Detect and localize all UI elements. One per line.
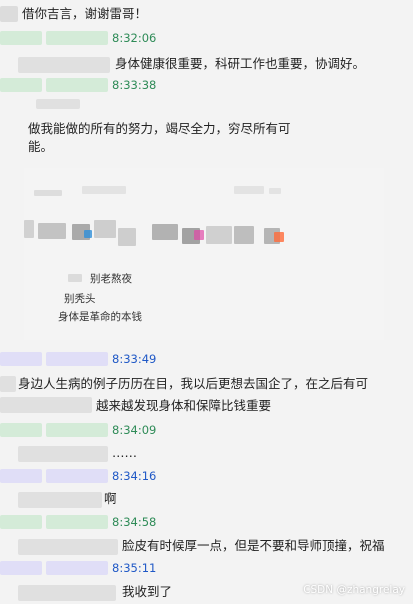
- message-text: 借你吉言，谢谢雷哥！: [22, 6, 148, 21]
- pink-dot: [194, 230, 204, 240]
- blurred-date: [46, 352, 108, 366]
- blur-chip: [68, 274, 82, 282]
- message-text: ……: [112, 445, 137, 460]
- blur-block: [94, 220, 116, 238]
- blurred-text: [18, 57, 110, 73]
- blurred-text: [0, 397, 92, 413]
- blur-chip: [234, 186, 264, 194]
- orange-dot: [274, 232, 284, 242]
- blurred-date: [46, 31, 108, 45]
- blurred-username: [0, 352, 42, 366]
- message-time: 8:34:09: [112, 423, 157, 437]
- message-text: 我收到了: [122, 584, 173, 599]
- blur-chip: [82, 186, 126, 194]
- image-text-line1: 别老熬夜: [90, 273, 132, 285]
- watermark: CSDN @zhangrelay: [303, 584, 405, 596]
- blurred-date: [46, 561, 108, 575]
- blur-block: [24, 220, 34, 238]
- message-text-line1: 身边人生病的例子历历在目，我以后更想去国企了，在之后有可: [18, 376, 369, 391]
- message-time: 8:34:58: [112, 515, 157, 529]
- message-time: 8:32:06: [112, 31, 157, 45]
- blur-block: [234, 226, 254, 244]
- message-time: 8:34:16: [112, 469, 157, 483]
- image-text-line2: 别秃头: [64, 293, 96, 305]
- blurred-username: [0, 78, 42, 92]
- message-text-line1: 做我能做的所有的努力，竭尽全力，穷尽所有可: [28, 121, 291, 136]
- blurred-text: [36, 99, 80, 109]
- blue-dot: [84, 230, 92, 238]
- blur-chip: [34, 190, 62, 196]
- blurred-text: [18, 539, 118, 555]
- blurred-username: [0, 469, 42, 483]
- message-text-line2: 能。: [28, 139, 54, 154]
- blurred-text: [18, 585, 116, 601]
- blur-block: [152, 224, 178, 240]
- image-text-line3: 身体是革命的本钱: [58, 311, 142, 323]
- message-text: 啊: [104, 491, 117, 506]
- blur-block: [38, 223, 66, 239]
- blurred-username: [0, 561, 42, 575]
- message-time: 8:33:49: [112, 352, 157, 366]
- blurred-username: [0, 515, 42, 529]
- blurred-username: [0, 423, 42, 437]
- blur-block: [206, 226, 232, 244]
- message-text-line2: 越来越发现身体和保障比钱重要: [96, 398, 272, 413]
- blurred-text: [0, 6, 18, 22]
- message-text: 脸皮有时候厚一点，但是不要和导师顶撞，祝福: [122, 538, 385, 553]
- blurred-date: [46, 423, 108, 437]
- message-time: 8:33:38: [112, 78, 157, 92]
- blurred-text: [0, 376, 16, 392]
- blur-block: [118, 228, 136, 246]
- blurred-date: [46, 78, 108, 92]
- blurred-text: [18, 492, 102, 508]
- message-text: 身体健康很重要，科研工作也重要，协调好。: [115, 56, 366, 71]
- blurred-date: [46, 469, 108, 483]
- blurred-username: [0, 31, 42, 45]
- blurred-text: [18, 446, 108, 462]
- message-time: 8:35:11: [112, 561, 157, 575]
- blurred-date: [46, 515, 108, 529]
- blur-chip: [269, 188, 281, 194]
- shared-image[interactable]: 别老熬夜 别秃头 身体是革命的本钱: [24, 168, 384, 340]
